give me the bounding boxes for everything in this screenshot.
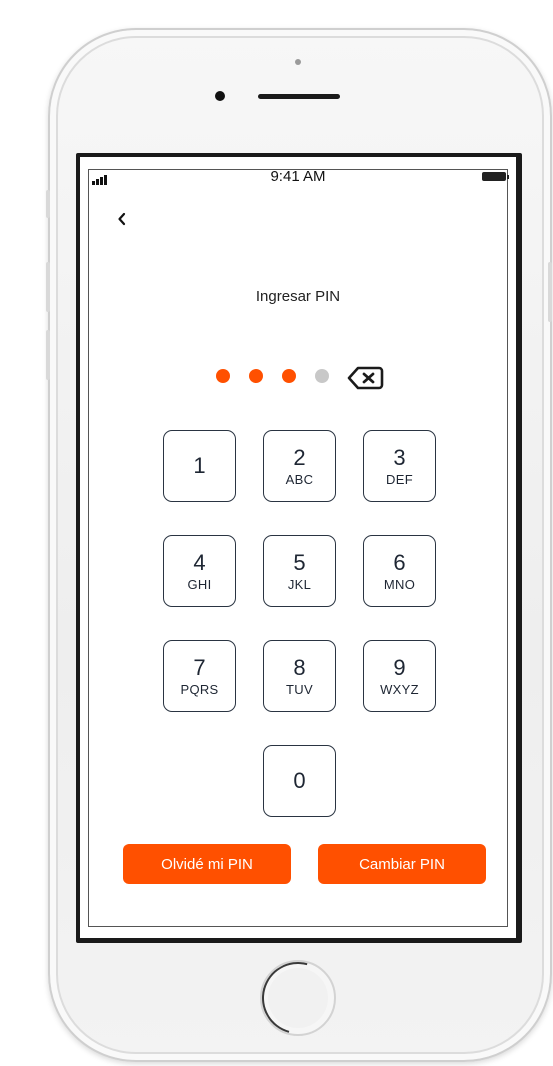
- key-number: 2: [293, 444, 306, 470]
- backspace-button[interactable]: [346, 365, 384, 391]
- key-2[interactable]: 2 ABC: [263, 430, 336, 502]
- key-letters: ABC: [285, 471, 314, 487]
- battery-icon: [482, 172, 509, 181]
- key-number: 6: [393, 549, 406, 575]
- status-time: 9:41 AM: [270, 168, 326, 185]
- key-0[interactable]: 0: [263, 745, 336, 817]
- key-number: 4: [193, 549, 206, 575]
- status-bar: 9:41 AM: [80, 167, 516, 189]
- key-number: 3: [393, 444, 406, 470]
- key-letters: PQRS: [180, 681, 219, 697]
- key-letters: DEF: [386, 471, 413, 487]
- pin-dot-filled: [282, 369, 296, 383]
- page-title: Ingresar PIN: [255, 288, 341, 305]
- key-3[interactable]: 3 DEF: [363, 430, 436, 502]
- change-pin-button[interactable]: Cambiar PIN: [318, 844, 486, 884]
- key-number: 0: [293, 768, 306, 793]
- key-number: 5: [293, 549, 306, 575]
- key-4[interactable]: 4 GHI: [163, 535, 236, 607]
- key-letters: GHI: [187, 576, 212, 592]
- pin-indicator: [216, 369, 329, 383]
- forgot-pin-button[interactable]: Olvidé mi PIN: [123, 844, 291, 884]
- key-letters: MNO: [383, 576, 416, 592]
- back-button[interactable]: [112, 207, 132, 231]
- chevron-left-icon: [118, 212, 126, 226]
- power-button: [548, 262, 552, 322]
- key-number: 8: [293, 654, 306, 680]
- key-number: 1: [193, 453, 206, 478]
- key-7[interactable]: 7 PQRS: [163, 640, 236, 712]
- key-number: 7: [193, 654, 206, 680]
- volume-down-button: [46, 330, 50, 380]
- pin-dot-filled: [249, 369, 263, 383]
- key-letters: TUV: [286, 681, 313, 697]
- key-5[interactable]: 5 JKL: [263, 535, 336, 607]
- key-8[interactable]: 8 TUV: [263, 640, 336, 712]
- mute-switch: [46, 190, 50, 218]
- key-number: 9: [393, 654, 406, 680]
- pin-dot-empty: [315, 369, 329, 383]
- backspace-icon: [347, 366, 384, 390]
- volume-up-button: [46, 262, 50, 312]
- key-letters: JKL: [287, 576, 312, 592]
- front-camera: [215, 91, 225, 101]
- key-1[interactable]: 1: [163, 430, 236, 502]
- key-letters: WXYZ: [380, 681, 419, 697]
- app-screen: 9:41 AM Ingresar PIN 1 2 ABC 3 DEF 4 GHI 5 JKL 6 M…: [80, 157, 516, 938]
- proximity-sensor: [295, 59, 301, 65]
- key-6[interactable]: 6 MNO: [363, 535, 436, 607]
- earpiece-speaker: [258, 94, 340, 99]
- key-9[interactable]: 9 WXYZ: [363, 640, 436, 712]
- pin-dot-filled: [216, 369, 230, 383]
